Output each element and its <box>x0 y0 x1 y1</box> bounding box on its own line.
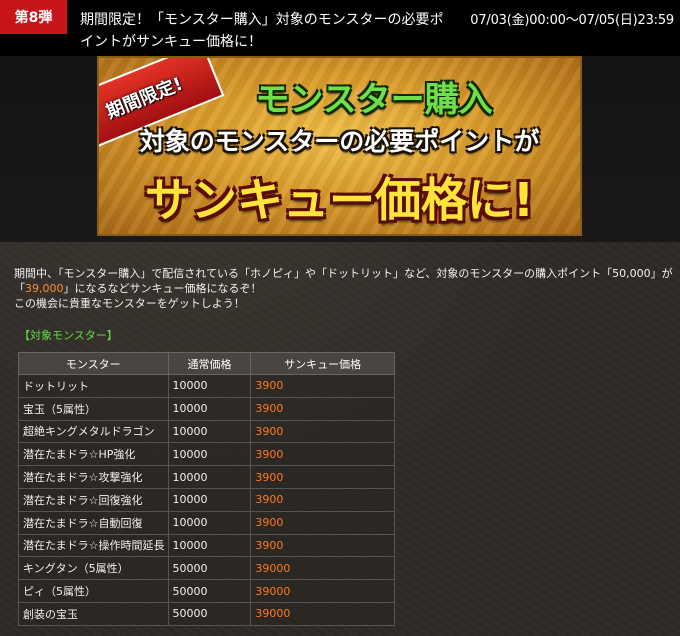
table-row: ピィ（5属性） 50000 39000 <box>18 579 395 603</box>
event-period: 07/03(金)00:00～07/05(日)23:59 <box>470 13 674 28</box>
column-header-normal-price: 通常価格 <box>167 352 252 375</box>
thanks-price-cell: 39000 <box>250 579 395 603</box>
monster-name-cell: 潜在たまドラ☆HP強化 <box>18 442 169 467</box>
normal-price-cell: 50000 <box>167 601 252 626</box>
table-row: キングタン（5属性） 50000 39000 <box>18 556 395 581</box>
normal-price-cell: 10000 <box>167 465 252 489</box>
banner-heading: モンスター購入 <box>255 80 493 120</box>
monster-name-cell: キングタン（5属性） <box>18 556 169 581</box>
thanks-price-cell: 3900 <box>250 510 395 535</box>
thanks-price-cell: 39000 <box>250 556 395 581</box>
monster-name-cell: 創装の宝玉 <box>18 601 169 626</box>
monster-name-cell: 潜在たまドラ☆自動回復 <box>18 510 169 535</box>
table-row: ドットリット 10000 3900 <box>18 374 395 398</box>
table-row: 超絶キングメタルドラゴン 10000 3900 <box>18 419 395 444</box>
column-header-thanks-price: サンキュー価格 <box>250 352 395 375</box>
description-text-end: 」になるなどサンキュー価格になるぞ！ <box>63 282 262 295</box>
monster-name-cell: 超絶キングメタルドラゴン <box>18 419 169 444</box>
monster-name-cell: 潜在たまドラ☆操作時間延長 <box>18 533 169 558</box>
table-row: 潜在たまドラ☆攻撃強化 10000 3900 <box>18 465 395 489</box>
banner-tagline: サンキュー価格に! <box>145 173 534 227</box>
table-row: 潜在たまドラ☆回復強化 10000 3900 <box>18 487 395 512</box>
table-row: 潜在たまドラ☆操作時間延長 10000 3900 <box>18 533 395 558</box>
table-row: 宝玉（5属性） 10000 3900 <box>18 396 395 421</box>
thanks-price-cell: 3900 <box>250 419 395 444</box>
monster-name-cell: 潜在たまドラ☆攻撃強化 <box>18 465 169 489</box>
thanks-price-cell: 3900 <box>250 442 395 467</box>
normal-price-cell: 10000 <box>167 374 252 398</box>
normal-price-cell: 10000 <box>167 442 252 467</box>
thanks-price-cell: 3900 <box>250 396 395 421</box>
banner-subheading: 対象のモンスターの必要ポイントが <box>139 127 540 156</box>
target-monsters-label: 【対象モンスター】 <box>19 329 118 342</box>
table-row: 潜在たまドラ☆HP強化 10000 3900 <box>18 442 395 467</box>
column-header-monster: モンスター <box>18 352 169 375</box>
thanks-price-cell: 39000 <box>250 601 395 626</box>
thanks-price-cell: 3900 <box>250 465 395 489</box>
normal-price-cell: 10000 <box>167 533 252 558</box>
normal-price-cell: 10000 <box>167 510 252 535</box>
description-call-to-action: この機会に貴重なモンスターをゲットしよう！ <box>14 297 245 310</box>
event-number-badge: 第8弾 <box>0 0 67 34</box>
event-title: 期間限定！「モンスター購入」対象のモンスターの必要ポイントがサンキュー価格に！ <box>80 12 444 50</box>
description-highlight-price: 39,000 <box>25 282 64 295</box>
normal-price-cell: 10000 <box>167 419 252 444</box>
thanks-price-cell: 3900 <box>250 533 395 558</box>
monster-name-cell: 潜在たまドラ☆回復強化 <box>18 487 169 512</box>
event-banner-image: 期間限定! モンスター購入 対象のモンスターの必要ポイントが サンキュー価格に! <box>97 56 582 236</box>
normal-price-cell: 10000 <box>167 396 252 421</box>
normal-price-cell: 50000 <box>167 556 252 581</box>
monster-name-cell: ピィ（5属性） <box>18 579 169 603</box>
thanks-price-cell: 3900 <box>250 487 395 512</box>
event-description: 期間中、「モンスター購入」で配信されている「ホノピィ」や「ドットリット」など、対… <box>14 266 674 311</box>
normal-price-cell: 10000 <box>167 487 252 512</box>
monster-name-cell: 宝玉（5属性） <box>18 396 169 421</box>
table-row: 創装の宝玉 50000 39000 <box>18 601 395 626</box>
thanks-price-cell: 3900 <box>250 374 395 398</box>
table-header-row: モンスター 通常価格 サンキュー価格 <box>18 352 395 375</box>
monster-name-cell: ドットリット <box>18 374 169 398</box>
table-row: 潜在たまドラ☆自動回復 10000 3900 <box>18 510 395 535</box>
target-monsters-table: モンスター 通常価格 サンキュー価格 ドットリット 10000 3900 宝玉（5属性… <box>18 352 395 626</box>
normal-price-cell: 50000 <box>167 579 252 603</box>
